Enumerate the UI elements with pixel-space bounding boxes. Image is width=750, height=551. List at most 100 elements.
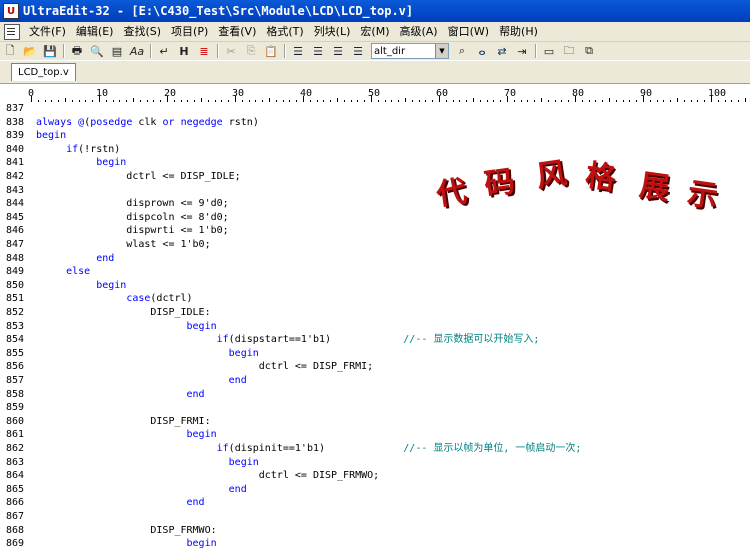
replace-in-files-icon[interactable]: ⇄ [493, 43, 511, 59]
code-text: begin [228, 347, 259, 359]
code-line[interactable]: 865 end [0, 483, 750, 497]
save-icon[interactable]: 💾 [41, 43, 59, 59]
ruler-label: 50 [368, 88, 381, 99]
menu-edit[interactable]: 编辑(E) [71, 22, 119, 41]
code-line[interactable]: 846 dispwrti <= 1'b0; [0, 224, 750, 238]
code-line[interactable]: 838 always @(posedge clk or negedge rstn) [0, 116, 750, 130]
code-line[interactable]: 868 DISP_FRMWO: [0, 524, 750, 538]
word-wrap-icon[interactable]: ↵ [155, 43, 173, 59]
code-text: begin [96, 157, 127, 169]
align-center-icon[interactable]: ☰ [309, 43, 327, 59]
code-line[interactable]: 839 begin [0, 129, 750, 143]
menu-view[interactable]: 查看(V) [213, 22, 261, 41]
code-line[interactable]: 857 end [0, 374, 750, 388]
code-text: begin [228, 456, 259, 468]
menu-macro[interactable]: 宏(M) [355, 22, 394, 41]
print-preview-icon[interactable]: 🔍 [88, 43, 106, 59]
code-text: begin [186, 429, 217, 441]
line-number: 855 [6, 347, 25, 359]
hex-mode-icon[interactable]: H [175, 43, 193, 59]
code-line[interactable]: 867 [0, 510, 750, 524]
code-line[interactable]: 844 disprown <= 9'd0; [0, 197, 750, 211]
code-line[interactable]: 856 dctrl <= DISP_FRMI; [0, 360, 750, 374]
code-line[interactable]: 862 if(dispinit==1'b1) //-- 显示以帧为单位, 一帧启… [0, 442, 750, 456]
new-file-icon[interactable]: 🗋 [1, 43, 19, 59]
menu-file[interactable]: 文件(F) [24, 22, 71, 41]
paste-icon[interactable]: 📋 [262, 43, 280, 59]
line-number: 862 [6, 443, 25, 454]
code-text: disprown <= 9'd0; [36, 198, 229, 210]
code-line[interactable]: 861 begin [0, 428, 750, 442]
menu-advanced[interactable]: 高级(A) [394, 22, 442, 41]
tab-lcd-top[interactable]: LCD_top.v [11, 63, 76, 81]
window-icon[interactable]: ▭ [540, 43, 558, 59]
code-line[interactable]: 863 begin [0, 456, 750, 470]
code-line[interactable]: 869 begin [0, 537, 750, 551]
align-left-icon[interactable]: ☰ [289, 43, 307, 59]
goto-icon[interactable]: ⇥ [513, 43, 531, 59]
line-number: 845 [6, 211, 25, 223]
line-number: 842 [6, 171, 25, 182]
code-line[interactable]: 854 if(dispstart==1'b1) //-- 显示数据可以开始写入; [0, 333, 750, 347]
tile-icon[interactable]: ⧉ [580, 43, 598, 59]
line-number: 863 [6, 456, 25, 468]
function-list-combo[interactable]: alt_dir ▼ [371, 43, 449, 59]
ruler-label: 30 [232, 88, 245, 99]
line-number: 839 [6, 130, 25, 142]
toggle-column-icon[interactable]: ▤ [108, 43, 126, 59]
folder-window-icon[interactable]: 🗀 [560, 43, 578, 59]
line-number: 847 [6, 239, 25, 250]
file-tab-bar: LCD_top.v [0, 60, 750, 84]
print-icon[interactable]: 🖶 [68, 43, 86, 59]
code-line[interactable]: 840 if(!rstn) [0, 143, 750, 157]
code-line[interactable]: 866 end [0, 496, 750, 510]
code-line[interactable]: 843 [0, 184, 750, 198]
document-icon[interactable] [4, 23, 20, 40]
toolbar: 🗋 📂 💾 🖶 🔍 ▤ Aa ↵ H ≣ ✂ ⎘ 📋 ☰ ☰ ☰ ☰ alt_d… [0, 42, 750, 60]
code-text: dctrl <= DISP_IDLE; [36, 171, 241, 182]
code-text: case(dctrl) [126, 293, 193, 305]
code-line[interactable]: 850 begin [0, 279, 750, 293]
align-right-icon[interactable]: ☰ [329, 43, 347, 59]
find-in-files-icon[interactable]: ⴰ [473, 43, 491, 59]
justify-icon[interactable]: ☰ [349, 43, 367, 59]
app-icon[interactable]: U [3, 3, 19, 19]
code-text: always @(posedge clk or negedge rstn) [36, 116, 259, 128]
line-numbers-icon[interactable]: ≣ [195, 43, 213, 59]
code-text: DISP_FRMI: [36, 415, 211, 427]
binoculars-icon[interactable]: ⌕ [453, 43, 471, 59]
font-icon[interactable]: Aa [128, 43, 146, 59]
title-bar: U UltraEdit-32 - [E:\C430_Test\Src\Modul… [0, 0, 750, 22]
code-line[interactable]: 859 [0, 401, 750, 415]
code-line[interactable]: 845 dispcoln <= 8'd0; [0, 211, 750, 225]
menu-help[interactable]: 帮助(H) [494, 22, 543, 41]
code-line[interactable]: 860 DISP_FRMI: [0, 415, 750, 429]
code-line[interactable]: 853 begin [0, 320, 750, 334]
line-number: 869 [6, 538, 25, 550]
chevron-down-icon[interactable]: ▼ [435, 44, 448, 58]
code-line[interactable]: 852 DISP_IDLE: [0, 306, 750, 320]
code-line[interactable]: 858 end [0, 388, 750, 402]
menu-column[interactable]: 列块(L) [309, 22, 356, 41]
code-line[interactable]: 851 case(dctrl) [0, 292, 750, 306]
code-line[interactable]: 837 [0, 102, 750, 116]
code-line[interactable]: 847 wlast <= 1'b0; [0, 238, 750, 252]
code-line[interactable]: 864 dctrl <= DISP_FRMWO; [0, 469, 750, 483]
menu-window[interactable]: 窗口(W) [443, 22, 494, 41]
menu-project[interactable]: 项目(P) [166, 22, 213, 41]
code-text: dispcoln <= 8'd0; [36, 211, 229, 223]
code-line[interactable]: 848 end [0, 252, 750, 266]
code-line[interactable]: 842 dctrl <= DISP_IDLE; [0, 170, 750, 184]
copy-icon[interactable]: ⎘ [242, 43, 260, 59]
cut-icon[interactable]: ✂ [222, 43, 240, 59]
code-line[interactable]: 849 else [0, 265, 750, 279]
code-editor[interactable]: 837 838 always @(posedge clk or negedge rs… [0, 102, 750, 551]
menu-format[interactable]: 格式(T) [261, 22, 308, 41]
code-line[interactable]: 841 begin [0, 156, 750, 170]
menu-search[interactable]: 查找(S) [118, 22, 166, 41]
open-folder-icon[interactable]: 📂 [21, 43, 39, 59]
column-ruler: 0 10 20 30 40 50 60 70 80 90 100 [0, 88, 750, 103]
code-line[interactable]: 855 begin [0, 347, 750, 361]
code-text: else [66, 266, 91, 278]
line-number: 867 [6, 511, 25, 522]
